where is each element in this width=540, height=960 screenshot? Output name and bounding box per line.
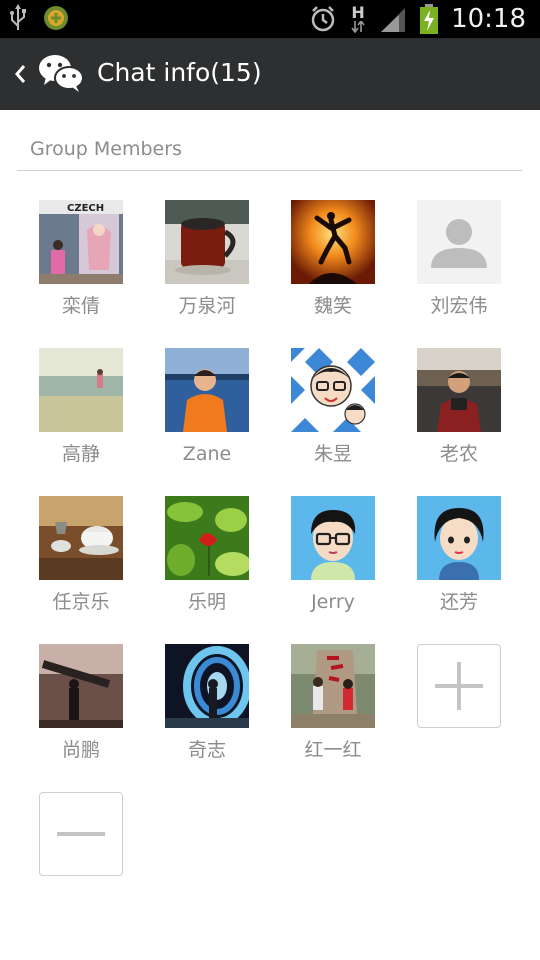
member-name: 任京乐 (52, 591, 110, 613)
member-name: 万泉河 (178, 295, 236, 317)
member-item[interactable]: 万泉河 (147, 200, 267, 318)
member-item[interactable]: 老农 (399, 348, 519, 466)
status-bar: H 10:18 (0, 0, 540, 38)
add-member-button[interactable] (417, 644, 501, 728)
member-avatar[interactable] (291, 496, 375, 580)
member-name: 乐明 (187, 591, 226, 613)
member-avatar[interactable] (291, 200, 375, 284)
member-item[interactable]: Zane (147, 348, 267, 466)
member-avatar[interactable] (165, 200, 249, 284)
member-name: 尚鹏 (61, 739, 100, 761)
member-name: 高静 (61, 443, 100, 465)
section-divider (17, 170, 522, 171)
member-avatar[interactable] (291, 644, 375, 728)
member-avatar[interactable] (165, 496, 249, 580)
member-name: 奇志 (187, 739, 226, 761)
minus-icon (57, 832, 105, 836)
wechat-logo-icon (39, 55, 84, 92)
member-item[interactable]: Jerry (273, 496, 393, 614)
network-h-icon: H (349, 5, 367, 33)
plus-icon (435, 662, 483, 710)
usb-icon (10, 4, 26, 30)
member-avatar[interactable] (417, 496, 501, 580)
member-avatar[interactable] (39, 348, 123, 432)
member-item[interactable]: 乐明 (147, 496, 267, 614)
member-avatar[interactable] (291, 348, 375, 432)
back-chevron-icon[interactable] (12, 60, 30, 88)
member-item[interactable]: 还芳 (399, 496, 519, 614)
action-bar: Chat info(15) (0, 38, 540, 110)
member-item[interactable]: 高静 (21, 348, 141, 466)
member-name: 朱昱 (313, 443, 352, 465)
clock: 10:18 (451, 4, 526, 34)
member-item[interactable]: 魏笑 (273, 200, 393, 318)
svg-text:CZECH: CZECH (67, 203, 104, 214)
member-name: Zane (182, 443, 232, 465)
member-avatar[interactable]: CZECH (39, 200, 123, 284)
battery-charging-icon (420, 4, 439, 34)
member-avatar[interactable] (417, 348, 501, 432)
member-item[interactable]: 尚鹏 (21, 644, 141, 762)
member-name: 红一红 (304, 739, 362, 761)
member-item[interactable]: 奇志 (147, 644, 267, 762)
member-item[interactable]: 刘宏伟 (399, 200, 519, 318)
signal-icon (381, 8, 406, 32)
member-item[interactable]: 朱昱 (273, 348, 393, 466)
member-item[interactable]: 任京乐 (21, 496, 141, 614)
app-notification-icon (44, 6, 68, 30)
remove-member-button[interactable] (39, 792, 123, 876)
member-name: 还芳 (439, 591, 478, 613)
member-avatar[interactable] (417, 200, 501, 284)
page-title: Chat info(15) (97, 58, 262, 87)
member-item[interactable]: 红一红 (273, 644, 393, 762)
member-name: Jerry (311, 591, 355, 613)
member-avatar[interactable] (39, 496, 123, 580)
member-item[interactable]: CZECH 栾倩 (21, 200, 141, 318)
member-name: 栾倩 (61, 295, 100, 317)
section-header-group-members: Group Members (30, 138, 182, 160)
member-name: 刘宏伟 (430, 295, 488, 317)
member-avatar[interactable] (39, 644, 123, 728)
member-name: 老农 (439, 443, 478, 465)
member-name: 魏笑 (313, 295, 352, 317)
alarm-icon (311, 6, 335, 32)
member-avatar[interactable] (165, 348, 249, 432)
member-avatar[interactable] (165, 644, 249, 728)
